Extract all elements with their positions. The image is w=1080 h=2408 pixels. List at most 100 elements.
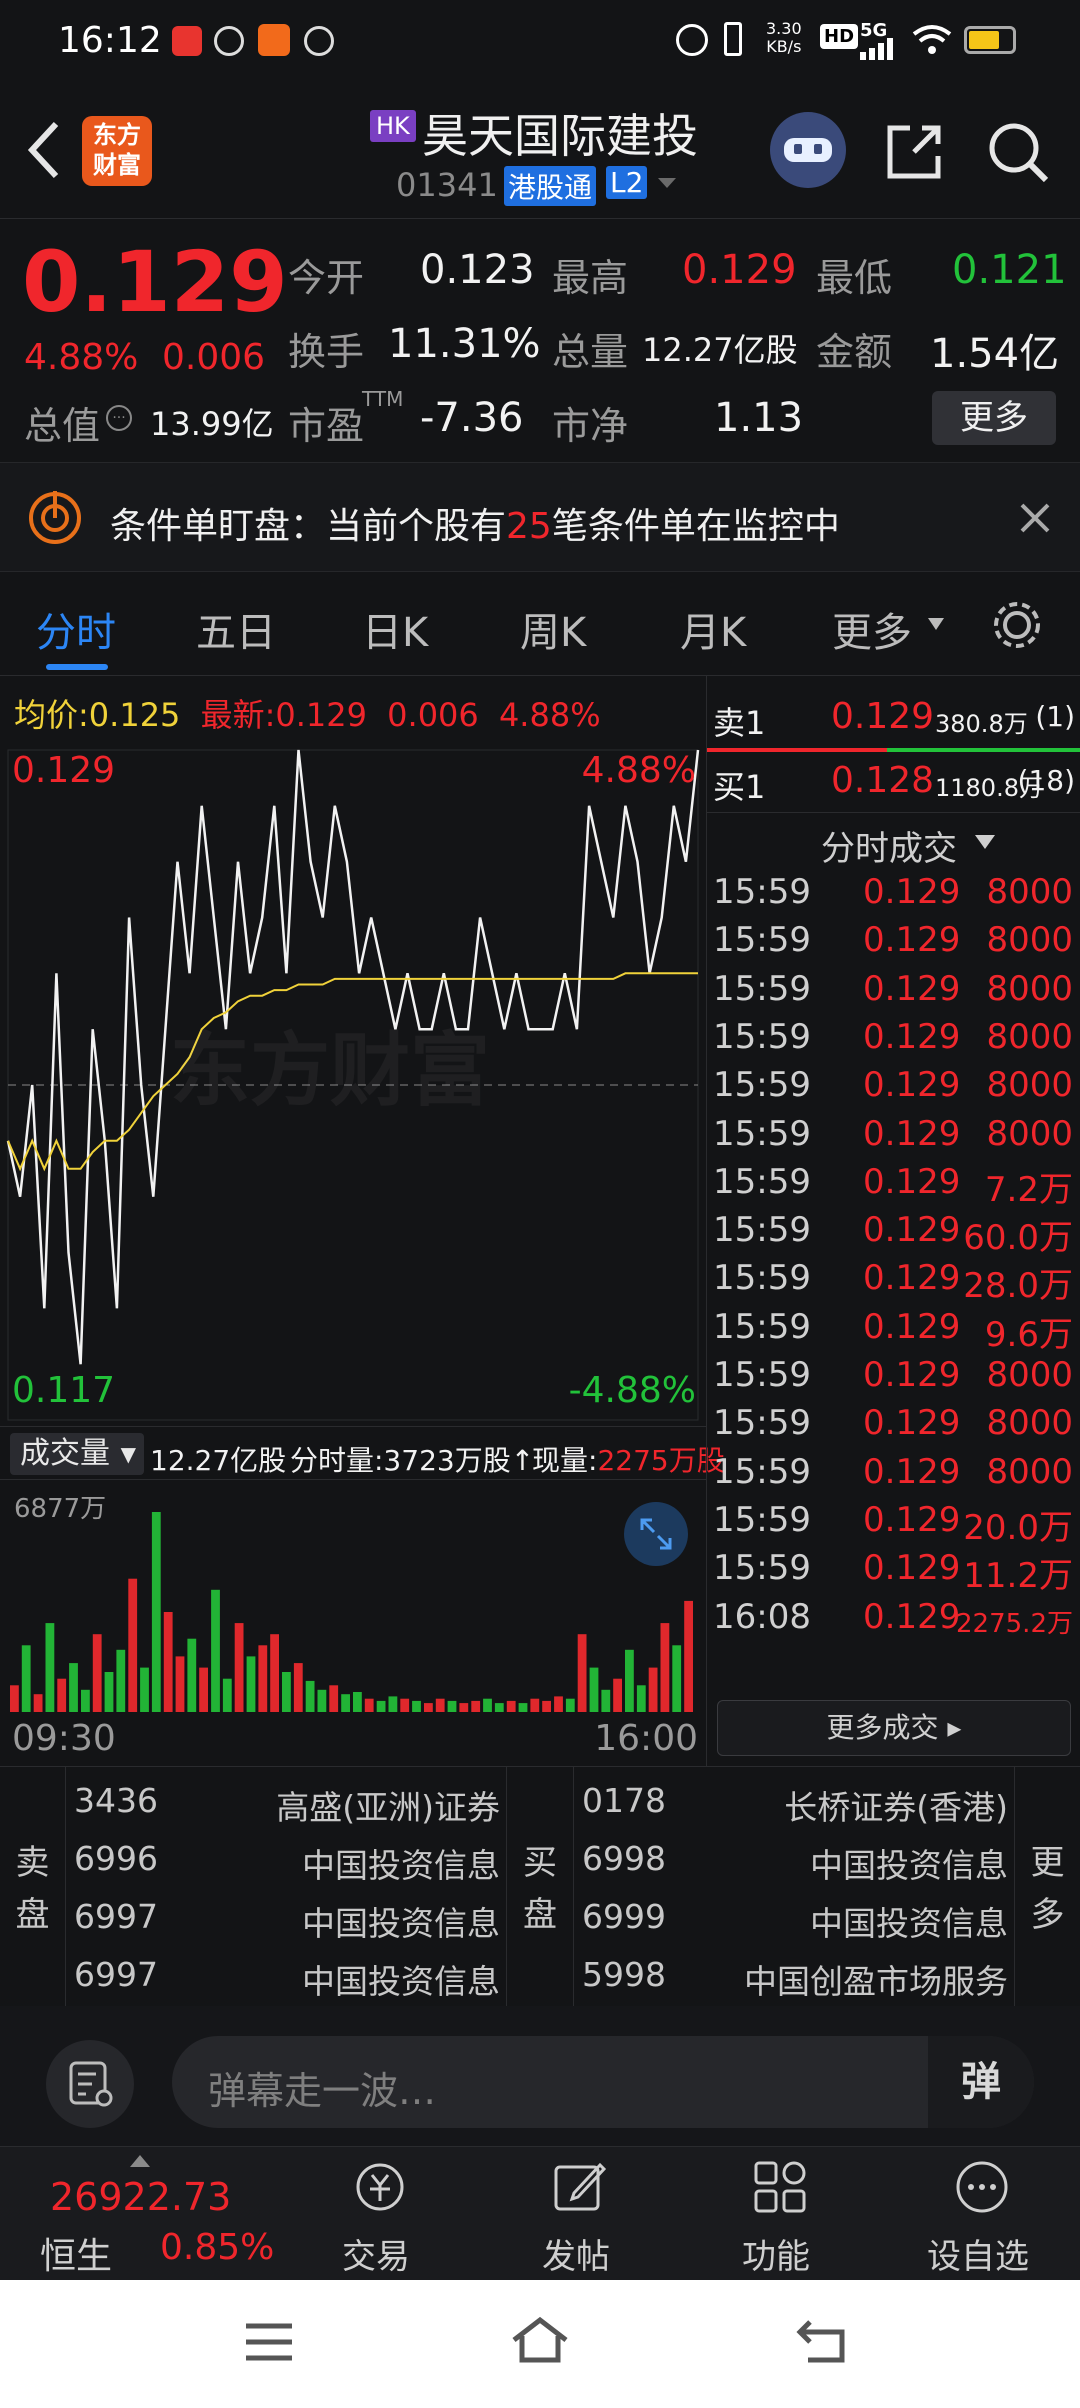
trade-volume: 7.2万	[984, 1169, 1073, 1210]
buy-broker-list: 0178 长桥证券(香港) 6998 中国投资信息 6999 中国投资信息 5998 中国创盈…	[574, 1767, 1014, 2007]
broker-queue: 卖盘 3436 高盛(亚洲)证券 6996 中国投资信息 6997 中国投资信息 6997 中…	[0, 1766, 1080, 2007]
volume-bar	[21, 1645, 31, 1712]
trade-time: 15:59	[713, 1065, 811, 1106]
volume-bar	[400, 1698, 410, 1712]
danmu-input[interactable]: 弹幕走一波… 弹	[172, 2036, 1034, 2128]
volume-bar	[424, 1703, 433, 1712]
info-icon[interactable]: ···	[106, 405, 132, 431]
broker-row[interactable]: 6999 中国投资信息	[574, 1897, 1014, 1947]
chevron-down-icon[interactable]	[656, 176, 678, 190]
status-time: 16:12	[58, 20, 162, 61]
caret-down-icon	[975, 835, 995, 849]
trade-time: 15:59	[713, 1355, 811, 1395]
close-icon[interactable]	[1018, 501, 1052, 535]
broker-name: 长桥证券(香港)	[784, 1788, 1008, 1827]
broker-row[interactable]: 6998 中国投资信息	[574, 1839, 1014, 1889]
trade-row: 15:59 0.129 8000	[707, 1353, 1080, 1401]
nav-post-label: 发帖	[542, 2237, 610, 2277]
ask-bar	[707, 748, 887, 752]
broker-row[interactable]: 3436 高盛(亚洲)证券	[66, 1781, 506, 1831]
menu-icon[interactable]	[244, 2322, 294, 2362]
trade-price: 0.129	[863, 1499, 961, 1540]
volume-bar	[10, 1685, 19, 1712]
trade-time: 15:59	[713, 1210, 811, 1251]
volume-total: 12.27亿股	[150, 1444, 287, 1477]
tab-day-k[interactable]: 日K	[362, 600, 428, 658]
trade-time: 15:59	[713, 1113, 811, 1154]
time-start: 09:30	[12, 1718, 116, 1759]
more-button[interactable]: 更多	[932, 391, 1056, 445]
search-icon[interactable]	[986, 120, 1050, 184]
nav-functions[interactable]: 功能	[696, 2147, 856, 2281]
net-speed: 3.30 KB/s	[766, 19, 802, 56]
volume-selector[interactable]: 成交量 ▼	[10, 1433, 144, 1475]
nav-add-watchlist[interactable]: 设自选	[898, 2147, 1058, 2281]
volume-bar	[33, 1694, 43, 1712]
share-icon[interactable]	[884, 122, 944, 182]
back-icon[interactable]	[26, 120, 62, 180]
intraday-chart[interactable]: 均价:0.125 最新:0.129 0.006 4.88% 0.129 4.88…	[0, 676, 725, 1766]
trade-icon	[356, 2163, 404, 2211]
home-icon[interactable]	[510, 2314, 570, 2364]
trades-header[interactable]: 分时成交	[707, 812, 1080, 869]
brokers-more-button[interactable]: 更多	[1014, 1767, 1080, 2007]
trade-time: 15:59	[713, 1258, 811, 1299]
broker-row[interactable]: 0178 长桥证券(香港)	[574, 1781, 1014, 1831]
volume-bar	[258, 1645, 268, 1712]
gear-icon[interactable]	[990, 598, 1044, 652]
index-name: 恒生	[40, 2236, 113, 2277]
alert-text: 条件单盯盘：当前个股有25笔条件单在监控中	[110, 506, 840, 547]
nav-post[interactable]: 发帖	[496, 2147, 656, 2281]
trade-price: 0.129	[863, 1113, 961, 1154]
amount-label: 金额	[816, 330, 893, 374]
broker-row[interactable]: 5998 中国创盈市场服务	[574, 1955, 1014, 2005]
trade-volume: 8000	[986, 1451, 1073, 1492]
y-axis-top: 0.129	[12, 750, 116, 791]
open-label: 今开	[288, 256, 365, 300]
chart-legend: 均价:0.125 最新:0.129 0.006 4.88%	[14, 696, 601, 734]
volume-bar	[660, 1623, 670, 1712]
caret-down-icon	[928, 618, 944, 630]
nav-trade[interactable]: 交易	[296, 2147, 456, 2281]
danmu-history-button[interactable]	[46, 2040, 134, 2128]
condition-order-alert[interactable]: 条件单盯盘：当前个股有25笔条件单在监控中	[0, 462, 1080, 572]
tab-5day[interactable]: 五日	[196, 600, 276, 658]
index-value: 26922.73	[50, 2175, 232, 2219]
trade-row: 16:08 0.129 2275.2万	[707, 1595, 1080, 1643]
volume-bar	[554, 1696, 563, 1712]
tab-more[interactable]: 更多	[832, 600, 912, 658]
watermark: 东方财富	[170, 1024, 490, 1117]
stock-code: 01341	[396, 166, 498, 204]
volume-bar	[175, 1656, 185, 1712]
danmu-toggle[interactable]: 弹	[928, 2036, 1034, 2128]
broker-row[interactable]: 6997 中国投资信息	[66, 1897, 506, 1947]
tab-week-k[interactable]: 周K	[520, 600, 586, 658]
price-line-chart	[6, 749, 700, 1421]
trade-row: 15:59 0.129 28.0万	[707, 1256, 1080, 1306]
trade-price: 0.129	[863, 872, 961, 912]
trade-row: 15:59 0.129 60.0万	[707, 1208, 1080, 1258]
trade-time: 15:59	[713, 1161, 811, 1202]
robot-avatar[interactable]	[770, 112, 846, 188]
trade-volume: 8000	[986, 920, 1073, 961]
tab-fenshi[interactable]: 分时	[36, 600, 116, 658]
wifi-icon	[912, 25, 952, 54]
trade-time: 15:59	[713, 1016, 811, 1057]
broker-row[interactable]: 6997 中国投资信息	[66, 1955, 506, 2005]
signal-icon	[860, 38, 893, 60]
ask-label: 卖1	[713, 704, 766, 742]
expand-icon	[640, 1518, 672, 1550]
tab-month-k[interactable]: 月K	[680, 600, 746, 658]
trade-price: 0.129	[863, 1258, 961, 1299]
expand-button[interactable]	[624, 1502, 688, 1566]
broker-row[interactable]: 6996 中国投资信息	[66, 1839, 506, 1889]
pb-value: 1.13	[714, 395, 804, 441]
hsi-index[interactable]: 26922.73 恒生 0.85%	[0, 2147, 300, 2281]
status-bar: 16:12 3.30 KB/s HD 5G	[0, 0, 1080, 82]
trades-panel: 卖1 0.129 380.8万 (1) 买1 0.128 1180.8万 (18…	[706, 676, 1080, 1766]
more-trades-button[interactable]: 更多成交 ▸	[717, 1700, 1071, 1756]
trade-price: 0.129	[863, 1548, 961, 1589]
back-nav-icon[interactable]	[796, 2318, 852, 2364]
trade-row: 15:59 0.129 8000	[707, 1450, 1080, 1498]
volume-bar	[329, 1685, 339, 1712]
